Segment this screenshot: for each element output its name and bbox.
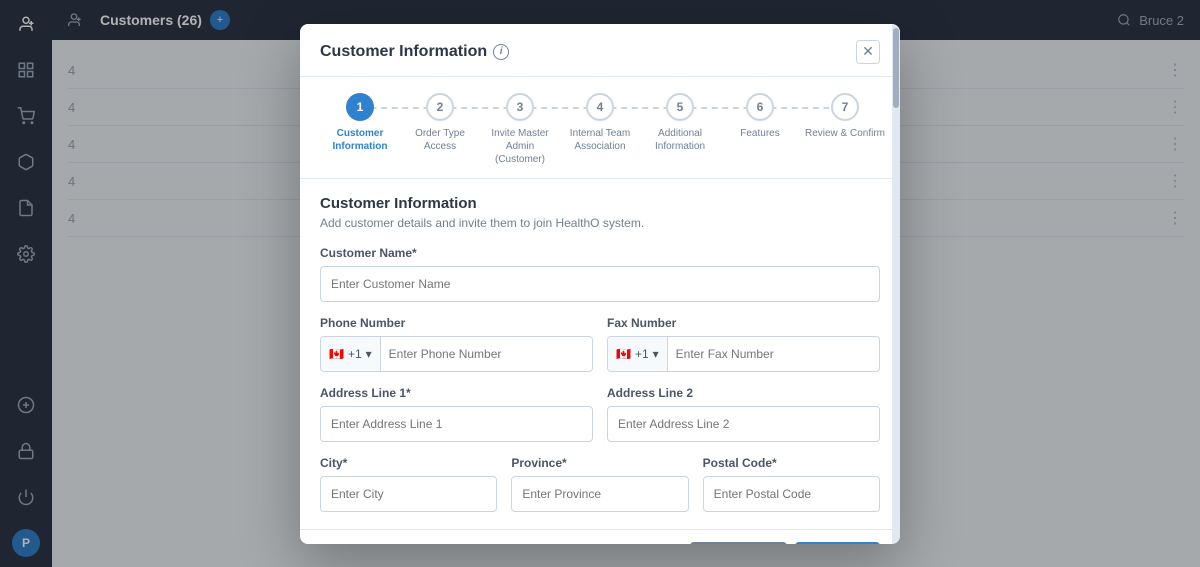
next-button[interactable]: NEXT	[795, 542, 880, 544]
step-3[interactable]: 3 Invite MasterAdmin (Customer)	[480, 93, 560, 166]
step-1[interactable]: 1 CustomerInformation	[320, 93, 400, 153]
section-subtitle: Add customer details and invite them to …	[320, 216, 880, 230]
fax-flag-emoji: 🇨🇦	[616, 347, 631, 361]
address-line1-label: Address Line 1*	[320, 386, 593, 400]
city-province-postal-row: City* Province* Postal Code*	[320, 456, 880, 512]
fax-dropdown-icon: ▾	[653, 347, 659, 361]
phone-fax-row: Phone Number 🇨🇦 +1 ▾ Fax Number	[320, 316, 880, 372]
phone-flag-selector[interactable]: 🇨🇦 +1 ▾	[321, 337, 381, 371]
step-label-2: Order Type Access	[400, 127, 480, 153]
modal-body: Customer Information Add customer detail…	[300, 179, 900, 529]
cancel-button[interactable]: CANCEL	[690, 542, 787, 544]
modal-footer: CANCEL NEXT	[300, 529, 900, 544]
fax-number-group: Fax Number 🇨🇦 +1 ▾	[607, 316, 880, 372]
step-label-3: Invite MasterAdmin (Customer)	[480, 127, 560, 166]
step-4[interactable]: 4 Internal TeamAssociation	[560, 93, 640, 153]
customer-name-input[interactable]	[320, 266, 880, 302]
step-5[interactable]: 5 AdditionalInformation	[640, 93, 720, 153]
customer-name-label: Customer Name*	[320, 246, 880, 260]
customer-name-group: Customer Name*	[320, 246, 880, 302]
address-line2-input[interactable]	[607, 406, 880, 442]
postal-code-label: Postal Code*	[703, 456, 880, 470]
postal-code-group: Postal Code*	[703, 456, 880, 512]
address-line1-input[interactable]	[320, 406, 593, 442]
phone-input-wrapper: 🇨🇦 +1 ▾	[320, 336, 593, 372]
city-label: City*	[320, 456, 497, 470]
phone-number-label: Phone Number	[320, 316, 593, 330]
postal-code-input[interactable]	[703, 476, 880, 512]
step-7[interactable]: 7 Review & Confirm	[800, 93, 890, 140]
province-group: Province*	[511, 456, 688, 512]
address-row: Address Line 1* Address Line 2	[320, 386, 880, 442]
step-circle-7: 7	[831, 93, 859, 121]
close-button[interactable]: ✕	[856, 40, 880, 64]
phone-number-input[interactable]	[381, 347, 592, 361]
step-label-6: Features	[740, 127, 779, 140]
scroll-thumb	[893, 28, 899, 108]
step-circle-4: 4	[586, 93, 614, 121]
modal-title: Customer Information i	[320, 43, 509, 61]
modal-overlay: Customer Information i ✕ 1 CustomerInfor…	[0, 0, 1200, 567]
step-circle-5: 5	[666, 93, 694, 121]
city-group: City*	[320, 456, 497, 512]
address-line2-group: Address Line 2	[607, 386, 880, 442]
customer-information-modal: Customer Information i ✕ 1 CustomerInfor…	[300, 24, 900, 544]
fax-flag-selector[interactable]: 🇨🇦 +1 ▾	[608, 337, 668, 371]
step-circle-1: 1	[346, 93, 374, 121]
fax-input-wrapper: 🇨🇦 +1 ▾	[607, 336, 880, 372]
step-label-4: Internal TeamAssociation	[570, 127, 630, 153]
phone-number-group: Phone Number 🇨🇦 +1 ▾	[320, 316, 593, 372]
step-circle-3: 3	[506, 93, 534, 121]
city-input[interactable]	[320, 476, 497, 512]
section-title: Customer Information	[320, 195, 880, 212]
step-2[interactable]: 2 Order Type Access	[400, 93, 480, 153]
address-line2-label: Address Line 2	[607, 386, 880, 400]
fax-number-input[interactable]	[668, 347, 879, 361]
phone-code: +1	[348, 347, 362, 361]
modal-header: Customer Information i ✕	[300, 24, 900, 77]
step-label-1: CustomerInformation	[333, 127, 388, 153]
step-label-7: Review & Confirm	[805, 127, 885, 140]
scroll-indicator[interactable]	[892, 24, 900, 544]
step-label-5: AdditionalInformation	[655, 127, 705, 153]
province-label: Province*	[511, 456, 688, 470]
phone-flag-emoji: 🇨🇦	[329, 347, 344, 361]
info-icon[interactable]: i	[493, 44, 509, 60]
phone-dropdown-icon: ▾	[366, 347, 372, 361]
fax-number-label: Fax Number	[607, 316, 880, 330]
stepper: 1 CustomerInformation 2 Order Type Acces…	[300, 77, 900, 179]
province-input[interactable]	[511, 476, 688, 512]
fax-code: +1	[635, 347, 649, 361]
step-circle-2: 2	[426, 93, 454, 121]
step-circle-6: 6	[746, 93, 774, 121]
address-line1-group: Address Line 1*	[320, 386, 593, 442]
step-6[interactable]: 6 Features	[720, 93, 800, 140]
